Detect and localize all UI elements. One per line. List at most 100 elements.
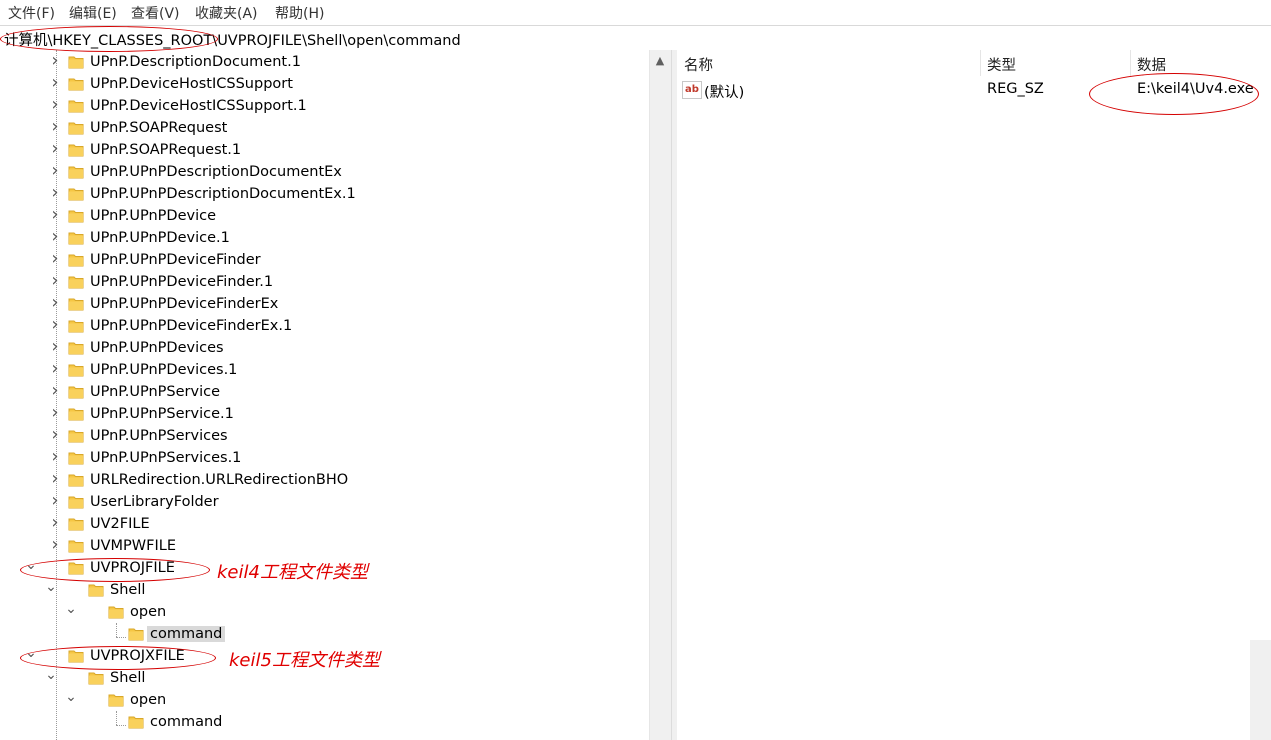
tree-item[interactable]: › UPnP.UPnPDevices (0, 338, 645, 360)
tree-item[interactable]: › UserLibraryFolder (0, 492, 645, 514)
tree-item-label: command (147, 626, 226, 642)
tree-item-label: UPnP.DeviceHostICSSupport (90, 76, 293, 92)
tree-item[interactable]: › UPnP.UPnPDevices.1 (0, 360, 645, 382)
chevron-right-icon[interactable]: › (48, 272, 62, 290)
folder-icon (68, 451, 84, 465)
menu-favorites[interactable]: 收藏夹(A) (195, 3, 258, 23)
scroll-up-arrow-icon[interactable]: ▲ (654, 55, 666, 66)
tree-item-label: open (130, 692, 167, 708)
tree-item[interactable]: › UV2FILE (0, 514, 645, 536)
chevron-right-icon[interactable]: › (48, 360, 62, 378)
chevron-right-icon[interactable]: › (48, 426, 62, 444)
tree-item[interactable]: › UPnP.SOAPRequest (0, 118, 645, 140)
folder-icon (68, 187, 84, 201)
tree-item-label: UPnP.UPnPDevice (90, 208, 217, 224)
folder-icon (108, 693, 124, 707)
chevron-down-icon[interactable]: ⌄ (64, 602, 78, 620)
chevron-right-icon[interactable]: › (48, 404, 62, 422)
tree-item-label: UPnP.UPnPDeviceFinder (90, 252, 261, 268)
chevron-right-icon[interactable]: › (48, 74, 62, 92)
chevron-right-icon[interactable]: › (48, 514, 62, 532)
annotation-ellipse-address (0, 26, 218, 52)
tree-item[interactable]: › UPnP.DeviceHostICSSupport (0, 74, 645, 96)
tree-item-label: UPnP.UPnPServices.1 (90, 450, 242, 466)
tree-item-label: open (130, 604, 167, 620)
chevron-right-icon[interactable]: › (48, 470, 62, 488)
tree-scrollbar[interactable]: ▲ (649, 50, 671, 740)
tree-item-label: UPnP.UPnPDevices (90, 340, 224, 356)
annotation-ellipse-uvprojxfile (20, 646, 216, 670)
chevron-right-icon[interactable]: › (48, 140, 62, 158)
menu-file[interactable]: 文件(F) (8, 3, 55, 23)
tree-item[interactable]: › UVMPWFILE (0, 536, 645, 558)
tree-item[interactable]: › UPnP.UPnPDescriptionDocumentEx.1 (0, 184, 645, 206)
chevron-right-icon[interactable]: › (48, 184, 62, 202)
annotation-keil5: keil5工程文件类型 (229, 650, 380, 671)
folder-icon (68, 517, 84, 531)
chevron-right-icon[interactable]: › (48, 162, 62, 180)
folder-icon (68, 253, 84, 267)
tree-item[interactable]: › UPnP.UPnPService (0, 382, 645, 404)
tree-item-label: UserLibraryFolder (90, 494, 219, 510)
tree-item[interactable]: › UPnP.UPnPDevice (0, 206, 645, 228)
tree-item[interactable]: › UPnP.UPnPDevice.1 (0, 228, 645, 250)
tree-item-label: UVMPWFILE (90, 538, 176, 554)
tree-item-label: UPnP.SOAPRequest (90, 120, 228, 136)
chevron-right-icon[interactable]: › (48, 536, 62, 554)
folder-icon (68, 99, 84, 113)
chevron-right-icon[interactable]: › (48, 228, 62, 246)
folder-icon (68, 77, 84, 91)
tree-item[interactable]: › UPnP.UPnPServices.1 (0, 448, 645, 470)
tree-item[interactable]: › UPnP.UPnPDeviceFinder (0, 250, 645, 272)
column-header-type[interactable]: 类型 (987, 54, 1016, 75)
tree-connector-line (116, 725, 126, 726)
chevron-right-icon[interactable]: › (48, 294, 62, 312)
chevron-right-icon[interactable]: › (48, 250, 62, 268)
tree-item[interactable]: › UPnP.SOAPRequest.1 (0, 140, 645, 162)
chevron-right-icon[interactable]: › (48, 52, 62, 70)
tree-item[interactable]: › UPnP.UPnPDeviceFinderEx (0, 294, 645, 316)
tree-item[interactable]: › UPnP.UPnPDeviceFinderEx.1 (0, 316, 645, 338)
tree-item-label: UPnP.DeviceHostICSSupport.1 (90, 98, 307, 114)
tree-item[interactable]: › UPnP.UPnPService.1 (0, 404, 645, 426)
folder-icon (128, 627, 144, 641)
menu-help[interactable]: 帮助(H) (275, 3, 324, 23)
chevron-right-icon[interactable]: › (48, 118, 62, 136)
tree-item[interactable]: › URLRedirection.URLRedirectionBHO (0, 470, 645, 492)
chevron-right-icon[interactable]: › (48, 316, 62, 334)
tree-item-label: Shell (110, 670, 146, 686)
value-type: REG_SZ (987, 81, 1044, 97)
folder-icon (68, 55, 84, 69)
chevron-right-icon[interactable]: › (48, 96, 62, 114)
folder-icon (68, 363, 84, 377)
tree-item[interactable]: › UPnP.DeviceHostICSSupport.1 (0, 96, 645, 118)
column-separator[interactable] (980, 50, 981, 76)
menu-edit[interactable]: 编辑(E) (69, 3, 117, 23)
chevron-right-icon[interactable]: › (48, 492, 62, 510)
chevron-right-icon[interactable]: › (48, 206, 62, 224)
registry-tree[interactable]: › UPnP.DescriptionDocument.1 › UPnP.DeviceH… (0, 50, 671, 740)
tree-item[interactable]: ⌄ open (0, 602, 645, 624)
tree-item[interactable]: ⌄ open (0, 690, 645, 712)
column-header-data[interactable]: 数据 (1137, 54, 1166, 75)
folder-icon (68, 473, 84, 487)
chevron-down-icon[interactable]: ⌄ (64, 690, 78, 708)
tree-item-label: URLRedirection.URLRedirectionBHO (90, 472, 349, 488)
chevron-right-icon[interactable]: › (48, 338, 62, 356)
column-header-name[interactable]: 名称 (684, 54, 713, 75)
list-scrollbar[interactable] (1250, 640, 1271, 740)
chevron-right-icon[interactable]: › (48, 448, 62, 466)
tree-item-label: UPnP.UPnPDescriptionDocumentEx.1 (90, 186, 356, 202)
tree-item[interactable]: command (0, 624, 645, 646)
tree-item-label: UPnP.UPnPDevices.1 (90, 362, 238, 378)
menu-view[interactable]: 查看(V) (131, 3, 180, 23)
chevron-right-icon[interactable]: › (48, 382, 62, 400)
tree-item[interactable]: › UPnP.UPnPDeviceFinder.1 (0, 272, 645, 294)
tree-item[interactable]: › UPnP.DescriptionDocument.1 (0, 52, 645, 74)
column-separator[interactable] (1130, 50, 1131, 76)
tree-item[interactable]: › UPnP.UPnPDescriptionDocumentEx (0, 162, 645, 184)
tree-item-label: UPnP.UPnPDescriptionDocumentEx (90, 164, 342, 180)
tree-item[interactable]: command (0, 712, 645, 734)
tree-item[interactable]: › UPnP.UPnPServices (0, 426, 645, 448)
values-list[interactable]: 名称 类型 数据 ab (默认) REG_SZ E:\keil4\Uv4.exe (677, 50, 1271, 740)
